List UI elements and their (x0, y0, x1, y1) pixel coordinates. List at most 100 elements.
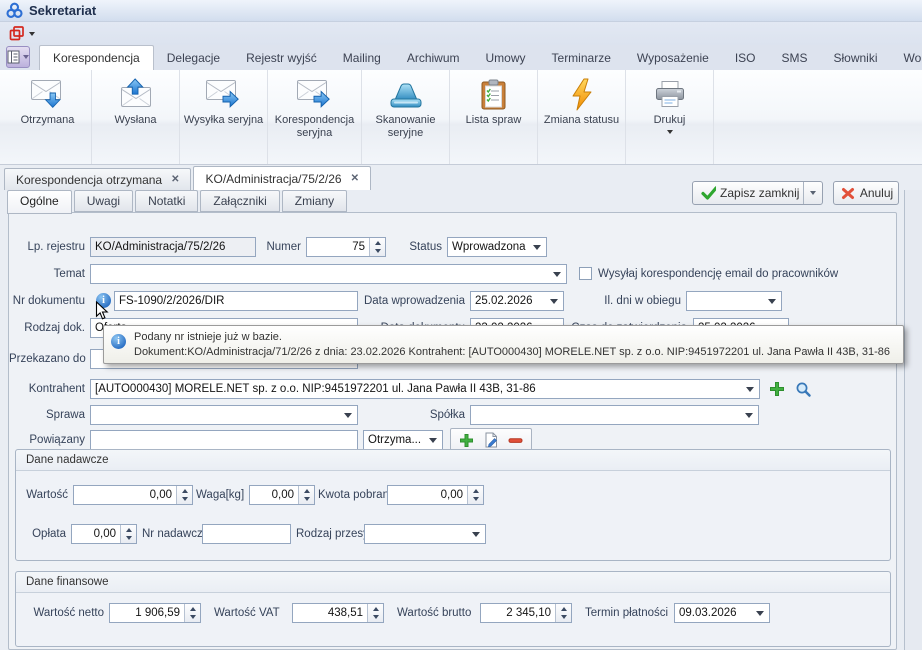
add-kontrahent-button[interactable] (766, 378, 788, 400)
spolka-label: Spółka (404, 405, 465, 425)
save-close-dropdown[interactable] (804, 182, 822, 204)
data-wprowadzenia-value: 25.02.2026 (471, 295, 546, 307)
ribbon-tab-korespondencja[interactable]: Korespondencja (39, 45, 154, 70)
doc-tab-label: KO/Administracja/75/2/26 (205, 172, 341, 186)
restore-windows-red-icon[interactable] (9, 26, 25, 41)
spin-buttons[interactable] (120, 525, 136, 543)
status-combo[interactable]: Wprowadzona (447, 237, 547, 257)
kontrahent-combo[interactable]: [AUTO000430] MORELE.NET sp. z o.o. NIP:9… (90, 379, 760, 399)
ribbon-tab-slowniki[interactable]: Słowniki (821, 46, 891, 70)
dane-finansowe-title: Dane finansowe (16, 572, 890, 593)
tab-uwagi[interactable]: Uwagi (74, 190, 133, 212)
save-close-button[interactable]: Zapisz zamknij (692, 181, 823, 205)
close-tab-icon[interactable] (351, 174, 359, 184)
spin-buttons[interactable] (184, 604, 200, 622)
oplata-spinner[interactable]: 0,00 (71, 524, 137, 544)
toolbar-button-zmiana-statusu[interactable]: Zmiana statusu (538, 70, 626, 164)
tab-ogolne[interactable]: Ogólne (7, 190, 72, 214)
il-dni-combo[interactable] (686, 291, 782, 311)
lp-rejestru-field[interactable]: KO/Administracja/75/2/26 (90, 237, 256, 257)
doc-tab-ko-administracja[interactable]: KO/Administracja/75/2/26 (193, 166, 370, 190)
powiazany-field[interactable] (90, 430, 358, 450)
toolbar-button-lista-spraw[interactable]: Lista spraw (450, 70, 538, 164)
tab-zmiany[interactable]: Zmiany (282, 190, 347, 212)
sub-tab-bar: Ogólne Uwagi Notatki Załączniki Zmiany (7, 190, 349, 214)
data-wprowadzenia-combo[interactable]: 25.02.2026 (470, 291, 564, 311)
edit-document-icon[interactable] (483, 432, 499, 448)
cancel-label: Anuluj (855, 186, 898, 200)
plus-icon (769, 381, 785, 397)
toolbar-button-drukuj[interactable]: Drukuj (626, 70, 714, 164)
toolbar-button-label: Korespondencja seryjna (268, 114, 361, 140)
spin-buttons[interactable] (369, 238, 385, 256)
rodzaj-przesylki-combo[interactable] (364, 524, 486, 544)
toolbar-button-wyslana[interactable]: Wysłana (92, 70, 180, 164)
toolbar-button-label: Drukuj (654, 114, 686, 127)
tab-zalaczniki[interactable]: Załączniki (200, 190, 279, 212)
drukuj-dropdown-icon[interactable] (667, 130, 673, 134)
ribbon-tab-mailing[interactable]: Mailing (330, 46, 394, 70)
toolbar-button-label: Zmiana statusu (544, 114, 619, 127)
ribbon-tab-wyposazenie[interactable]: Wyposażenie (624, 46, 722, 70)
wartosc-brutto-value: 2 345,10 (481, 607, 555, 619)
termin-platnosci-combo[interactable]: 09.03.2026 (674, 603, 770, 623)
tab-notatki[interactable]: Notatki (135, 190, 198, 212)
dropdown-arrow-icon (756, 611, 764, 616)
powiazany-type-combo[interactable]: Otrzyma... (363, 430, 443, 450)
toolbar-button-label: Otrzymana (21, 114, 75, 127)
duplicate-number-tooltip: Podany nr istnieje już w bazie. Dokument… (103, 325, 904, 364)
quick-access-dropdown-icon[interactable] (29, 32, 35, 36)
title-bar: Sekretariat (0, 0, 922, 22)
waga-spinner[interactable]: 0,00 (249, 485, 315, 505)
ribbon-tab-workflow[interactable]: WorkFlow (891, 46, 922, 70)
form-row: Wartość netto 1 906,59 Wartość VAT 438,5… (16, 603, 890, 623)
search-kontrahent-button[interactable] (792, 378, 814, 400)
spin-buttons[interactable] (367, 604, 383, 622)
ribbon-tab-iso[interactable]: ISO (722, 46, 769, 70)
ribbon-tab-archiwum[interactable]: Archiwum (394, 46, 473, 70)
nr-nadawczy-label: Nr nadawczy (142, 524, 198, 544)
doc-tab-korespondencja-otrzymana[interactable]: Korespondencja otrzymana (4, 168, 191, 190)
toolbar-button-otrzymana[interactable]: Otrzymana (4, 70, 92, 164)
kontrahent-value: [AUTO000430] MORELE.NET sp. z o.o. NIP:9… (91, 383, 742, 395)
temat-combo[interactable] (90, 264, 567, 284)
wartosc-netto-spinner[interactable]: 1 906,59 (109, 603, 201, 623)
numer-spinner[interactable]: 75 (306, 237, 386, 257)
add-icon[interactable] (459, 433, 474, 448)
kwota-pobrania-label: Kwota pobrania (318, 485, 382, 505)
tooltip-line-2: Dokument:KO/Administracja/71/2/26 z dnia… (134, 345, 897, 360)
spin-buttons[interactable] (176, 486, 192, 504)
toolbar-button-wysylka-seryjna[interactable]: Wysyłka seryjna (180, 70, 268, 164)
ribbon-tab-delegacje[interactable]: Delegacje (154, 46, 233, 70)
ribbon-tab-umowy[interactable]: Umowy (473, 46, 539, 70)
right-side-strip (904, 190, 922, 650)
wartosc-netto-value: 1 906,59 (110, 607, 184, 619)
wartosc-vat-spinner[interactable]: 438,51 (292, 603, 384, 623)
app-menu-caret-icon (23, 55, 29, 59)
ribbon-tab-terminarze[interactable]: Terminarze (539, 46, 624, 70)
toolbar-button-skanowanie-seryjne[interactable]: Skanowanie seryjne (362, 70, 450, 164)
nr-dokumentu-field[interactable]: FS-1090/2/2026/DIR (114, 291, 358, 311)
sprawa-combo[interactable] (90, 405, 358, 425)
close-tab-icon[interactable] (171, 175, 179, 185)
dropdown-arrow-icon (768, 299, 776, 304)
spin-buttons[interactable] (467, 486, 483, 504)
cancel-button[interactable]: Anuluj (833, 181, 899, 205)
wartosc-spinner[interactable]: 0,00 (73, 485, 193, 505)
spin-buttons[interactable] (298, 486, 314, 504)
remove-icon[interactable] (508, 433, 523, 448)
rodzaj-dok-label: Rodzaj dok. (9, 318, 85, 338)
nr-nadawczy-field[interactable] (202, 524, 291, 544)
form-row: Opłata 0,00 Nr nadawczy Rodzaj przesyłki (16, 524, 890, 544)
spolka-combo[interactable] (470, 405, 759, 425)
wartosc-brutto-spinner[interactable]: 2 345,10 (480, 603, 572, 623)
kwota-pobrania-spinner[interactable]: 0,00 (387, 485, 484, 505)
ribbon-tab-sms[interactable]: SMS (768, 46, 820, 70)
app-menu-button[interactable] (6, 46, 30, 68)
email-checkbox[interactable] (579, 267, 592, 280)
toolbar-button-korespondencja-seryjna[interactable]: Korespondencja seryjna (268, 70, 362, 164)
spin-buttons[interactable] (555, 604, 571, 622)
save-close-label: Zapisz zamknij (716, 186, 803, 200)
oplata-value: 0,00 (72, 528, 120, 540)
ribbon-tab-rejestr-wyjsc[interactable]: Rejestr wyjść (233, 46, 330, 70)
